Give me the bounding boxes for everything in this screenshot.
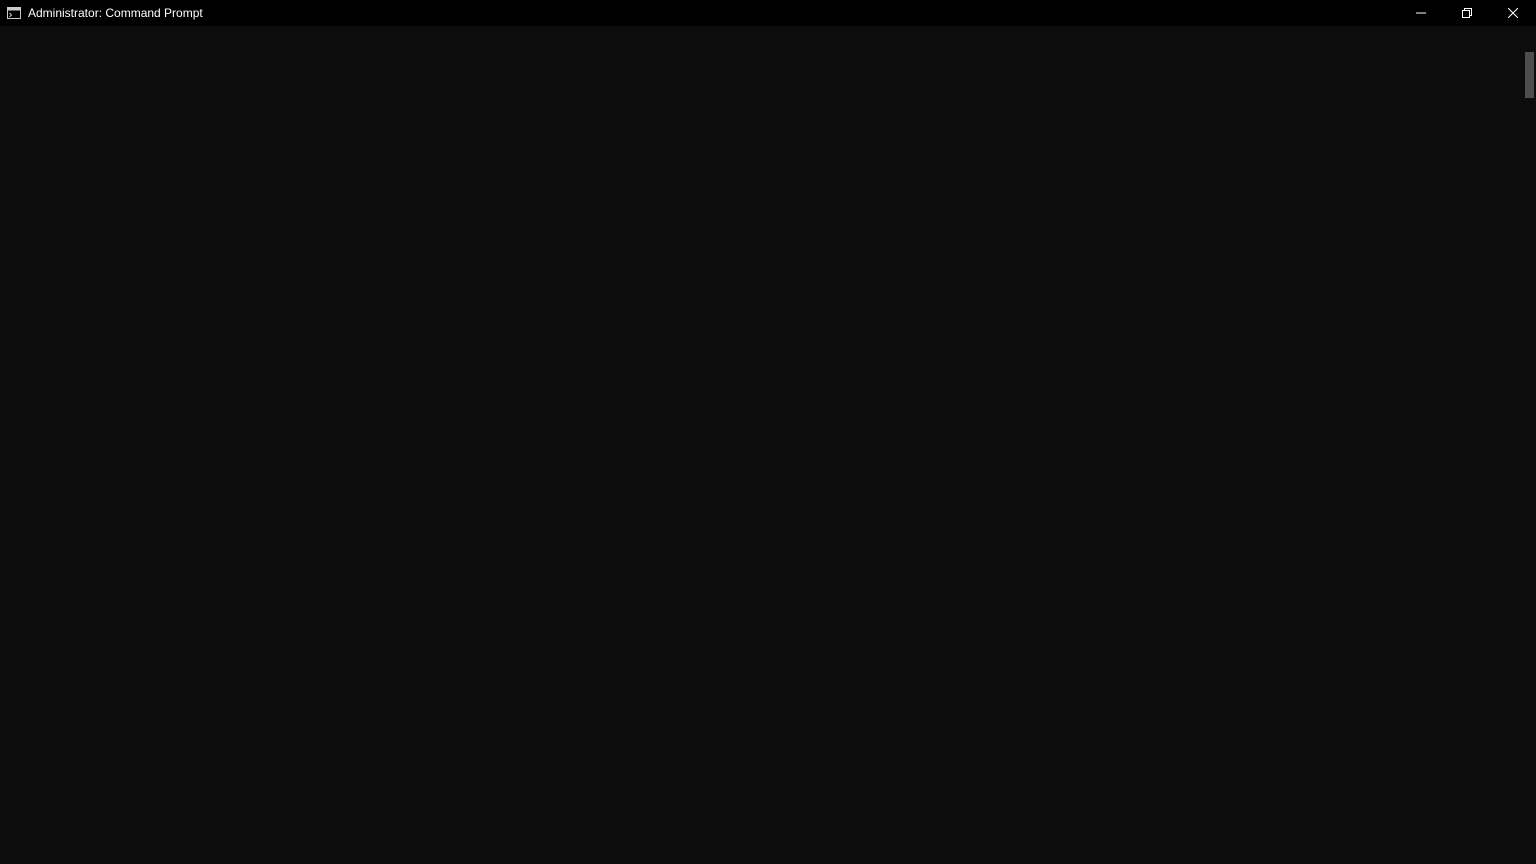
app-icon <box>6 5 22 21</box>
window-title: Administrator: Command Prompt <box>28 6 203 20</box>
close-button[interactable] <box>1490 0 1536 26</box>
maximize-button[interactable] <box>1444 0 1490 26</box>
scrollbar-thumb[interactable] <box>1525 52 1534 98</box>
minimize-button[interactable] <box>1398 0 1444 26</box>
titlebar[interactable]: Administrator: Command Prompt <box>0 0 1536 26</box>
